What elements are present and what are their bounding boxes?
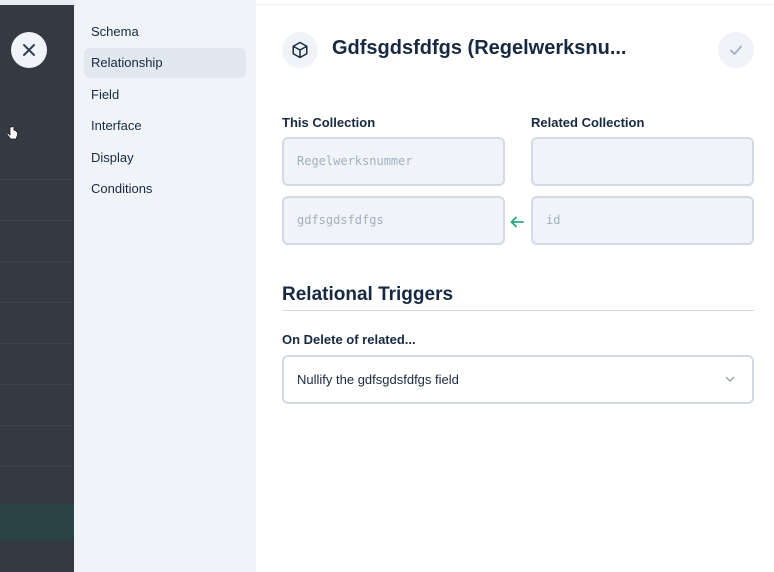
backdrop-row-divider <box>0 466 74 467</box>
nav-item-display[interactable]: Display <box>84 143 246 173</box>
field-settings-nav: Schema Relationship Field Interface Disp… <box>74 0 256 572</box>
overlay-top-edge <box>0 0 74 5</box>
backdrop-row-divider <box>0 220 74 221</box>
close-button[interactable] <box>11 32 47 68</box>
related-field-key[interactable]: id <box>531 196 754 245</box>
overlay-backdrop[interactable] <box>0 0 74 572</box>
this-collection-label: This Collection <box>282 115 376 130</box>
backdrop-row-divider <box>0 261 74 262</box>
relational-triggers-heading: Relational Triggers <box>282 284 454 305</box>
on-delete-selected-value: Nullify the gdfsgdsfdfgs field <box>297 372 459 387</box>
on-delete-select[interactable]: Nullify the gdfsgdsfdfgs field <box>282 355 754 404</box>
header-icon-badge <box>282 32 318 68</box>
this-field-key[interactable]: gdfsgdsfdfgs <box>282 196 505 245</box>
hand-pointer-icon <box>7 126 18 140</box>
nav-item-field[interactable]: Field <box>84 80 246 110</box>
check-icon <box>730 45 742 55</box>
backdrop-highlight-row <box>0 504 74 540</box>
backdrop-row-divider <box>0 425 74 426</box>
nav-item-relationship[interactable]: Relationship <box>84 48 246 79</box>
relationship-panel: Gdfsgdsfdfgs (Regelwerksnu... This Colle… <box>256 0 774 572</box>
page-title: Gdfsgdsfdfgs (Regelwerksnu... <box>332 37 627 59</box>
save-button[interactable] <box>718 32 754 68</box>
section-divider <box>282 310 754 311</box>
panel-top-edge <box>256 0 774 5</box>
related-collection-label: Related Collection <box>531 115 645 130</box>
arrow-left-icon <box>510 216 524 228</box>
related-collection-field[interactable] <box>531 137 754 186</box>
chevron-down-icon <box>725 376 735 382</box>
backdrop-row-divider <box>0 343 74 344</box>
backdrop-row-divider <box>0 302 74 303</box>
box-icon <box>292 41 308 59</box>
this-collection-field[interactable]: Regelwerksnummer <box>282 137 505 186</box>
nav-item-schema[interactable]: Schema <box>84 17 246 47</box>
backdrop-row-divider <box>0 179 74 180</box>
nav-item-interface[interactable]: Interface <box>84 111 246 141</box>
on-delete-label: On Delete of related... <box>282 332 416 347</box>
close-icon <box>23 44 35 56</box>
nav-item-conditions[interactable]: Conditions <box>84 174 246 204</box>
backdrop-row-divider <box>0 384 74 385</box>
